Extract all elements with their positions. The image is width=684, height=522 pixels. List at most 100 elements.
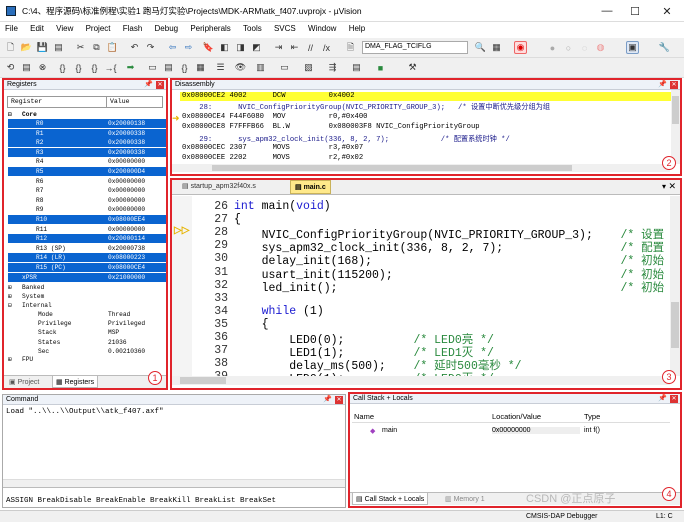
tab-list-icon[interactable]: ▾ bbox=[662, 182, 666, 191]
open-file-icon[interactable]: 📂 bbox=[20, 41, 33, 54]
clear-bookmarks-icon[interactable]: ◩ bbox=[250, 41, 263, 54]
bookmark-icon[interactable]: 🔖 bbox=[202, 41, 215, 54]
menu-flash[interactable]: Flash bbox=[118, 22, 148, 33]
close-panel-icon[interactable]: ✕ bbox=[335, 396, 343, 404]
system-group[interactable]: ⊞ System bbox=[8, 292, 166, 301]
register-row[interactable]: R14 (LR) 0x08000223 bbox=[8, 253, 166, 263]
watch-window-icon[interactable]: 👁 bbox=[234, 61, 247, 74]
menu-debug[interactable]: Debug bbox=[150, 22, 184, 33]
find-combobox[interactable]: DMA_FLAG_TCIFLG bbox=[362, 41, 468, 54]
register-row[interactable]: R0 0x20000138 bbox=[8, 119, 166, 128]
register-row[interactable]: R1 0x20000338 bbox=[8, 128, 166, 138]
new-file-icon[interactable]: 🗋 bbox=[4, 41, 17, 54]
register-row[interactable]: xPSR 0x21000000 bbox=[8, 272, 166, 282]
menu-edit[interactable]: Edit bbox=[25, 22, 49, 33]
run-to-cursor-icon[interactable]: →{ bbox=[104, 61, 117, 74]
register-row[interactable]: R10 0x08000EE4 bbox=[8, 215, 166, 224]
run-icon[interactable]: ▤ bbox=[20, 61, 33, 74]
menu-help[interactable]: Help bbox=[344, 22, 370, 33]
close-panel-icon[interactable]: ✕ bbox=[670, 81, 678, 89]
code-line[interactable]: led_init(); /* 初始 bbox=[234, 279, 665, 295]
tab-startup-file[interactable]: ▤ startup_apm32f40x.s bbox=[178, 180, 260, 194]
tab-callstack[interactable]: ▤ Call Stack + Locals bbox=[352, 493, 429, 505]
register-row[interactable]: R8 0x00000000 bbox=[8, 196, 166, 205]
indent-icon[interactable]: ⇥ bbox=[272, 41, 285, 54]
register-row[interactable]: R12 0x20000114 bbox=[8, 234, 166, 244]
toolbox-icon[interactable]: ■ bbox=[374, 61, 387, 74]
step-into-icon[interactable]: {} bbox=[56, 61, 69, 74]
enable-breakpoint-icon[interactable]: ○ bbox=[562, 41, 575, 54]
trace-window-icon[interactable]: ⇶ bbox=[326, 61, 339, 74]
register-row[interactable]: R4 0x00000000 bbox=[8, 157, 166, 166]
reset-icon[interactable]: ⟲ bbox=[4, 61, 17, 74]
register-row[interactable]: R9 0x00000000 bbox=[8, 205, 166, 214]
code-line[interactable]: { bbox=[234, 318, 269, 331]
register-row[interactable]: R2 0x20000338 bbox=[8, 138, 166, 148]
tab-project[interactable]: ▣ Project bbox=[6, 377, 42, 388]
find-icon[interactable]: 🔍 bbox=[474, 41, 487, 54]
pin-icon[interactable]: 📌 bbox=[144, 80, 153, 90]
debug-settings-icon[interactable]: ⚒ bbox=[406, 61, 419, 74]
disassembly-line[interactable]: 0x08000CEC 2307 MOVS r3,#0x07 bbox=[182, 144, 363, 152]
disassembly-window-icon[interactable]: ▤ bbox=[162, 61, 175, 74]
serial-window-icon[interactable]: ▭ bbox=[278, 61, 291, 74]
tab-main-c[interactable]: ▤ main.c bbox=[290, 180, 331, 194]
tab-memory[interactable]: ▥ Memory 1 bbox=[442, 494, 488, 504]
disassembly-line[interactable]: 0x08000CE8 F7FFFB66 BL.W 0x080003F8 NVIC… bbox=[182, 123, 480, 131]
save-all-icon[interactable]: ▤ bbox=[52, 41, 65, 54]
call-stack-window-icon[interactable]: ☰ bbox=[214, 61, 227, 74]
banked-group[interactable]: ⊞ Banked bbox=[8, 283, 166, 292]
code-line[interactable]: int main(void) bbox=[234, 200, 331, 213]
register-row[interactable]: R3 0x20000338 bbox=[8, 147, 166, 157]
insert-breakpoint-icon[interactable]: ● bbox=[546, 41, 559, 54]
tab-registers[interactable]: ▦ Registers bbox=[52, 376, 99, 388]
register-row[interactable]: R7 0x00000000 bbox=[8, 186, 166, 195]
pin-icon[interactable]: 📌 bbox=[658, 80, 667, 90]
editor-vscrollbar[interactable] bbox=[670, 196, 680, 376]
registers-window-icon[interactable]: ▦ bbox=[194, 61, 207, 74]
disassembly-vscrollbar[interactable] bbox=[671, 90, 680, 164]
pin-icon[interactable]: 📌 bbox=[323, 395, 332, 405]
editor-hscrollbar[interactable] bbox=[172, 376, 670, 385]
show-next-statement-icon[interactable]: ➡ bbox=[124, 61, 137, 74]
fpu-group[interactable]: ⊞ FPU bbox=[8, 355, 166, 364]
close-panel-icon[interactable]: ✕ bbox=[156, 81, 164, 89]
symbols-window-icon[interactable]: {} bbox=[178, 61, 191, 74]
disassembly-line[interactable]: 28: NVIC_ConfigPriorityGroup(NVIC_PRIORI… bbox=[182, 102, 550, 112]
system-viewer-icon[interactable]: ▤ bbox=[350, 61, 363, 74]
configure-icon[interactable]: 🔧 bbox=[658, 41, 671, 54]
unindent-icon[interactable]: ⇤ bbox=[288, 41, 301, 54]
command-hscrollbar[interactable] bbox=[3, 479, 345, 487]
register-row[interactable]: R13 (SP) 0x20000738 bbox=[8, 244, 166, 253]
close-window-button[interactable]: ✕ bbox=[652, 0, 682, 22]
menu-project[interactable]: Project bbox=[81, 22, 116, 33]
menu-peripherals[interactable]: Peripherals bbox=[185, 22, 235, 33]
disassembly-hscrollbar[interactable] bbox=[172, 164, 670, 172]
menu-view[interactable]: View bbox=[51, 22, 78, 33]
command-input[interactable] bbox=[3, 487, 345, 497]
cut-icon[interactable]: ✂ bbox=[74, 41, 87, 54]
code-line[interactable]: while (1) bbox=[234, 305, 324, 318]
menu-window[interactable]: Window bbox=[303, 22, 341, 33]
register-row[interactable]: R5 0x200000D4 bbox=[8, 167, 166, 176]
close-tab-icon[interactable]: ✕ bbox=[668, 181, 676, 192]
stop-icon[interactable]: ⊗ bbox=[36, 61, 49, 74]
core-group[interactable]: ⊟ Core bbox=[8, 110, 166, 119]
undo-icon[interactable]: ↶ bbox=[128, 41, 141, 54]
menu-svcs[interactable]: SVCS bbox=[269, 22, 301, 33]
debug-session-icon[interactable]: ◉ bbox=[514, 41, 527, 54]
disassembly-line[interactable]: 0x08000CE4 F44F6080 MOV r0,#0x400 bbox=[182, 113, 367, 121]
disable-breakpoints-icon[interactable]: ◌ bbox=[578, 41, 591, 54]
close-panel-icon[interactable]: ✕ bbox=[670, 395, 678, 403]
disassembly-line[interactable]: 0x08000CE2 4002 DCW 0x4002 bbox=[182, 92, 355, 100]
pin-icon[interactable]: 📌 bbox=[658, 394, 667, 404]
redo-icon[interactable]: ↷ bbox=[144, 41, 157, 54]
save-icon[interactable]: 💾 bbox=[36, 41, 49, 54]
menu-tools[interactable]: Tools bbox=[238, 22, 267, 33]
kill-breakpoints-icon[interactable]: ◍ bbox=[594, 41, 607, 54]
minimize-button[interactable]: — bbox=[592, 0, 622, 22]
command-window-icon[interactable]: ▭ bbox=[146, 61, 159, 74]
incremental-find-icon[interactable]: ▦ bbox=[490, 41, 503, 54]
comment-icon[interactable]: // bbox=[304, 41, 317, 54]
register-row[interactable]: R6 0x00000000 bbox=[8, 177, 166, 186]
